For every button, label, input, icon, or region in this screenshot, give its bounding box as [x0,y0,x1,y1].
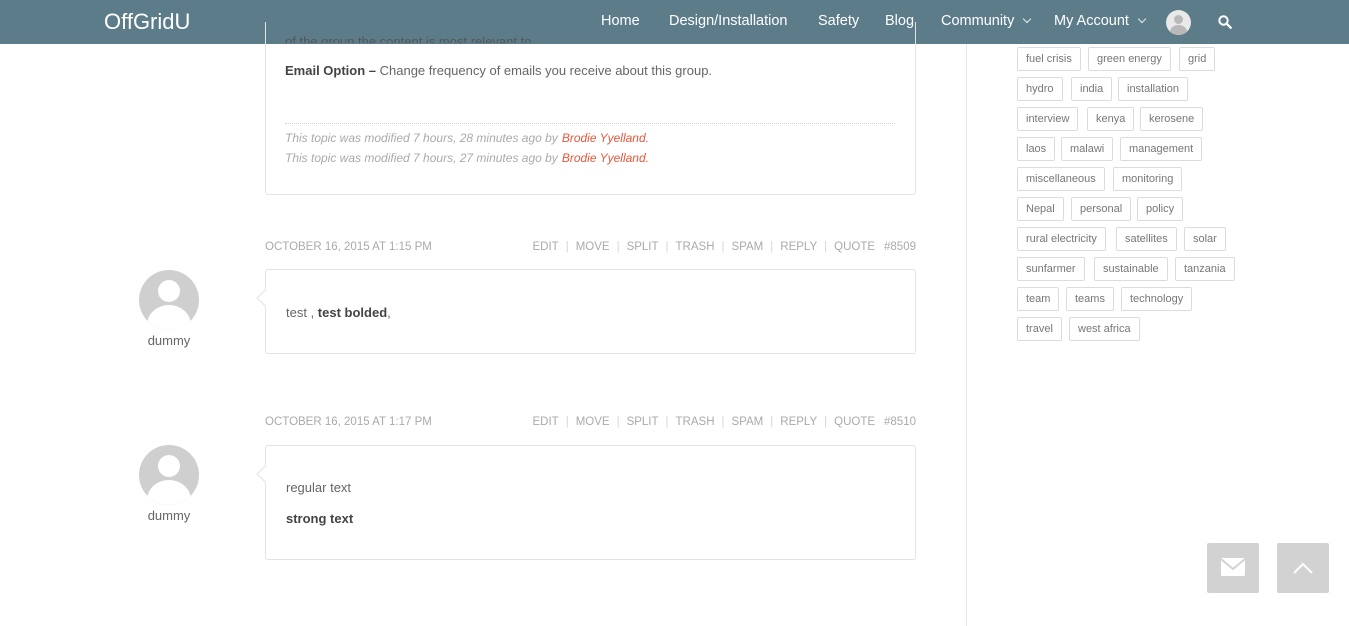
speech-arrow [256,289,274,307]
reply-text-bold: strong text [286,511,354,526]
trash-link[interactable]: TRASH [676,416,715,428]
envelope-icon [1220,558,1246,576]
avatar[interactable] [139,445,199,505]
tag-link[interactable]: team [1017,287,1060,311]
edit-link[interactable]: EDIT [532,416,558,428]
reply-date: OCTOBER 16, 2015 AT 1:15 PM [265,241,432,253]
tag-link[interactable]: miscellaneous [1017,167,1105,191]
reply-link[interactable]: REPLY [780,416,817,428]
tag-link[interactable]: travel [1017,317,1062,341]
topic-content-box [265,22,916,195]
reply-text-plain: test , [286,305,318,320]
tag-link[interactable]: laos [1017,137,1056,161]
tag-link[interactable]: sustainable [1094,257,1168,281]
spam-link[interactable]: SPAM [732,416,764,428]
quote-link[interactable]: QUOTE [834,241,875,253]
post-permalink[interactable]: #8510 [884,416,916,428]
avatar[interactable] [139,270,199,330]
tag-link[interactable]: kenya [1087,107,1135,131]
author-name[interactable]: dummy [128,508,210,523]
reply-admin-links: EDIT | MOVE | SPLIT | TRASH | SPAM | REPLY | Q… [532,241,916,253]
tag-link[interactable]: fuel crisis [1017,47,1081,71]
tag-link[interactable]: personal [1071,197,1132,221]
edit-link[interactable]: EDIT [532,241,558,253]
move-link[interactable]: MOVE [576,416,610,428]
author-link[interactable]: Brodie Yyelland. [562,151,649,165]
reply-text-regular: regular text [286,480,352,495]
topic-modified-note: This topic was modified 7 hours, 27 minu… [285,151,649,165]
post-permalink[interactable]: #8509 [884,241,916,253]
tag-link[interactable]: satellites [1116,227,1177,251]
reply-text-after: , [387,305,391,320]
reply-content-box: regular text strong text [256,445,916,560]
tag-link[interactable]: tanzania [1175,257,1235,281]
site-logo[interactable]: OffGridU [104,9,190,35]
tag-link[interactable]: installation [1118,77,1188,101]
tag-link[interactable]: technology [1121,287,1193,311]
tag-link[interactable]: teams [1066,287,1114,311]
email-button[interactable] [1207,543,1259,593]
tag-link[interactable]: grid [1179,47,1216,71]
author-name[interactable]: dummy [128,333,210,348]
reply-author: dummy [138,445,200,523]
tag-link[interactable]: monitoring [1113,167,1183,191]
quote-link[interactable]: QUOTE [834,416,875,428]
sidebar-divider [966,44,967,626]
chevron-up-icon [1293,562,1313,574]
reply-meta: OCTOBER 16, 2015 AT 1:17 PM EDIT | MOVE | … [265,416,916,430]
tag-link[interactable]: solar [1184,227,1226,251]
reply-link[interactable]: REPLY [780,241,817,253]
nav-community[interactable]: Community [941,13,1032,29]
tag-link[interactable]: rural electricity [1017,227,1106,251]
reply-meta: OCTOBER 16, 2015 AT 1:15 PM EDIT | MOVE | … [265,241,916,255]
author-link[interactable]: Brodie Yyelland. [562,131,649,145]
trash-link[interactable]: TRASH [676,241,715,253]
nav-my-account-label: My Account [1054,13,1129,29]
speech-arrow [256,465,274,483]
chevron-down-icon [1023,14,1032,24]
reply-content-box: test , test bolded, [256,269,916,354]
tag-link[interactable]: green energy [1088,47,1171,71]
user-avatar-icon[interactable] [1166,10,1191,35]
tag-link[interactable]: kerosene [1140,107,1204,131]
spam-link[interactable]: SPAM [732,241,764,253]
email-option-text: Email Option – Change frequency of email… [285,63,712,78]
tag-link[interactable]: interview [1017,107,1079,131]
divider [285,123,895,124]
topic-modified-note: This topic was modified 7 hours, 28 minu… [285,131,649,145]
reply-text-strong: strong text [286,511,353,526]
tag-link[interactable]: sunfarmer [1017,257,1085,281]
modified-text: This topic was modified 7 hours, 28 minu… [285,131,558,145]
tag-link[interactable]: policy [1137,197,1184,221]
reply-text: test , test bolded, [286,305,391,320]
reply-admin-links: EDIT | MOVE | SPLIT | TRASH | SPAM | REPLY | Q… [532,416,916,428]
tag-link[interactable]: west africa [1069,317,1140,341]
modified-text: This topic was modified 7 hours, 27 minu… [285,151,558,165]
email-option-desc: Change frequency of emails you receive a… [376,63,713,78]
tag-link[interactable]: india [1071,77,1113,101]
tag-link[interactable]: hydro [1017,77,1063,101]
chevron-down-icon [1137,14,1147,24]
nav-community-label: Community [941,13,1015,29]
tag-link[interactable]: Nepal [1017,197,1064,221]
email-option-label: Email Option – [285,63,377,78]
split-link[interactable]: SPLIT [627,416,659,428]
search-icon[interactable] [1218,15,1232,29]
split-link[interactable]: SPLIT [627,241,659,253]
move-link[interactable]: MOVE [576,241,610,253]
tag-link[interactable]: malawi [1061,137,1114,161]
back-to-top-button[interactable] [1277,543,1329,593]
reply-date: OCTOBER 16, 2015 AT 1:17 PM [265,416,432,428]
nav-my-account[interactable]: My Account [1054,13,1147,29]
reply-text-bold: test bolded [317,305,388,320]
tag-link[interactable]: management [1120,137,1203,161]
reply-author: dummy [138,270,200,348]
